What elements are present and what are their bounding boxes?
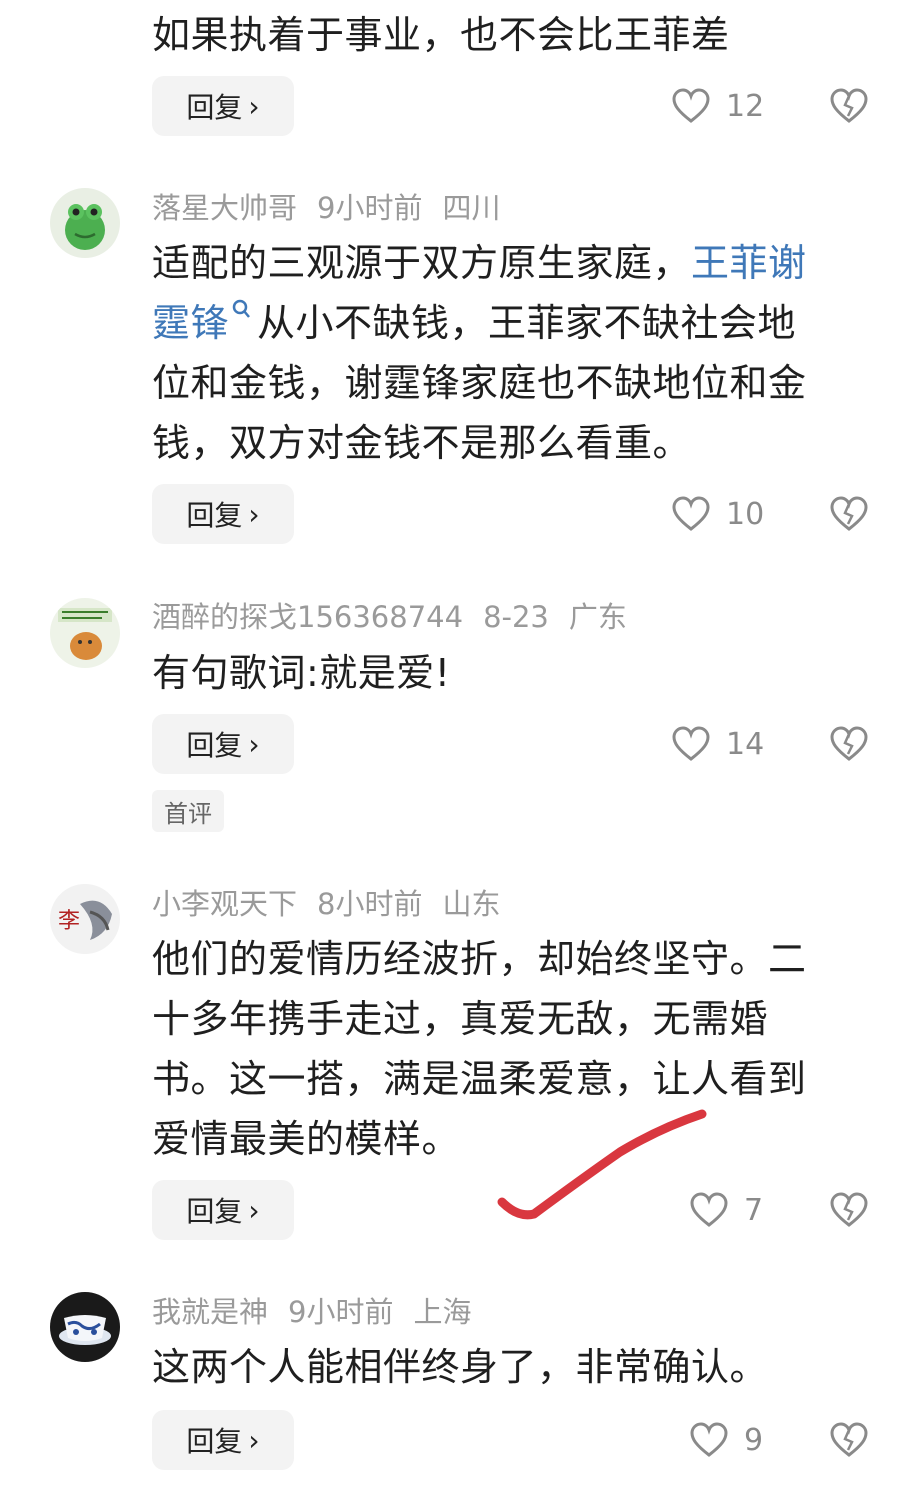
like-button[interactable]: 10	[672, 484, 764, 544]
broken-heart-icon	[830, 496, 868, 531]
reply-button[interactable]: 回复 ›	[152, 714, 294, 774]
username[interactable]: 小李观天下	[152, 887, 297, 921]
topic-link[interactable]: 王菲谢	[691, 241, 807, 285]
dislike-button[interactable]	[830, 714, 868, 774]
broken-heart-icon	[830, 1422, 868, 1457]
comment-text-line: 钱，双方对金钱不是那么看重。	[152, 421, 692, 465]
like-button[interactable]: 9	[690, 1410, 763, 1470]
like-count: 14	[726, 726, 765, 762]
comment-text-line: 位和金钱，谢霆锋家庭也不缺地位和金	[152, 361, 807, 405]
username[interactable]: 我就是神	[152, 1295, 268, 1329]
comment-text: 适配的三观源于双方原生家庭，	[152, 241, 692, 285]
chevron-right-icon: ›	[248, 727, 260, 761]
timestamp: 8-23	[483, 600, 549, 634]
topic-link[interactable]: 霆锋	[152, 301, 229, 345]
dislike-button[interactable]	[830, 484, 868, 544]
avatar[interactable]	[50, 598, 120, 668]
comment-text-line: 适配的三观源于双方原生家庭，王菲谢	[152, 234, 852, 292]
red-checkmark-annotation	[497, 1109, 707, 1220]
chevron-right-icon: ›	[248, 497, 260, 531]
comment-text-line: 他们的爱情历经波折，却始终坚守。二	[152, 937, 807, 981]
magnifier-icon[interactable]	[231, 298, 251, 324]
dislike-button[interactable]	[830, 76, 868, 136]
comment-meta: 小李观天下 8小时前 山东	[152, 884, 520, 924]
like-button[interactable]: 14	[672, 714, 764, 774]
comment-text-line: 十多年携手走过，真爱无敌，无需婚	[152, 997, 769, 1041]
comment-meta: 落星大帅哥 9小时前 四川	[152, 188, 520, 228]
heart-outline-icon	[672, 726, 710, 761]
avatar-glyph: 李	[58, 909, 80, 934]
username[interactable]: 落星大帅哥	[152, 191, 297, 225]
chevron-right-icon: ›	[248, 89, 260, 123]
location: 上海	[413, 1295, 472, 1329]
chevron-right-icon: ›	[248, 1423, 260, 1457]
comment-meta: 我就是神 9小时前 上海	[152, 1292, 491, 1332]
like-count: 9	[744, 1422, 764, 1458]
reply-label: 回复	[186, 499, 243, 532]
location: 广东	[568, 600, 627, 634]
reply-label: 回复	[186, 1195, 243, 1228]
broken-heart-icon	[830, 88, 868, 123]
reply-button[interactable]: 回复 ›	[152, 1180, 294, 1240]
comment-meta: 酒醉的探戈156368744 8-23 广东	[152, 597, 647, 637]
location: 四川	[442, 191, 501, 225]
like-count: 10	[726, 496, 765, 532]
like-button[interactable]: 7	[690, 1180, 763, 1240]
heart-outline-icon	[690, 1422, 728, 1457]
reply-button[interactable]: 回复 ›	[152, 1410, 294, 1470]
location: 山东	[442, 887, 501, 921]
avatar[interactable]: 李	[50, 884, 120, 954]
comment-text-line: 如果执着于事业，也不会比王菲差	[152, 13, 730, 57]
timestamp: 9小时前	[288, 1295, 394, 1329]
reply-button[interactable]: 回复 ›	[152, 76, 294, 136]
dislike-button[interactable]	[830, 1180, 868, 1240]
broken-heart-icon	[830, 1192, 868, 1227]
comment-text-line: 这两个人能相伴终身了，非常确认。	[152, 1345, 769, 1389]
comment-text-line: 霆锋 从小不缺钱，王菲家不缺社会地	[152, 294, 852, 352]
comment-text: 从小不缺钱，王菲家不缺社会地	[257, 301, 797, 345]
avatar[interactable]	[50, 1292, 120, 1362]
username[interactable]: 酒醉的探戈156368744	[152, 600, 463, 634]
heart-outline-icon	[672, 88, 710, 123]
heart-outline-icon	[690, 1192, 728, 1227]
avatar[interactable]	[50, 188, 120, 258]
timestamp: 9小时前	[317, 191, 423, 225]
heart-outline-icon	[672, 496, 710, 531]
chevron-right-icon: ›	[248, 1193, 260, 1227]
comment-text-line: 有句歌词:就是爱!	[152, 651, 451, 695]
dislike-button[interactable]	[830, 1410, 868, 1470]
reply-label: 回复	[186, 91, 243, 124]
first-comment-badge: 首评	[152, 790, 224, 832]
timestamp: 8小时前	[317, 887, 423, 921]
like-count: 12	[726, 88, 765, 124]
like-count: 7	[744, 1192, 764, 1228]
reply-label: 回复	[186, 1425, 243, 1458]
reply-button[interactable]: 回复 ›	[152, 484, 294, 544]
broken-heart-icon	[830, 726, 868, 761]
like-button[interactable]: 12	[672, 76, 764, 136]
reply-label: 回复	[186, 729, 243, 762]
